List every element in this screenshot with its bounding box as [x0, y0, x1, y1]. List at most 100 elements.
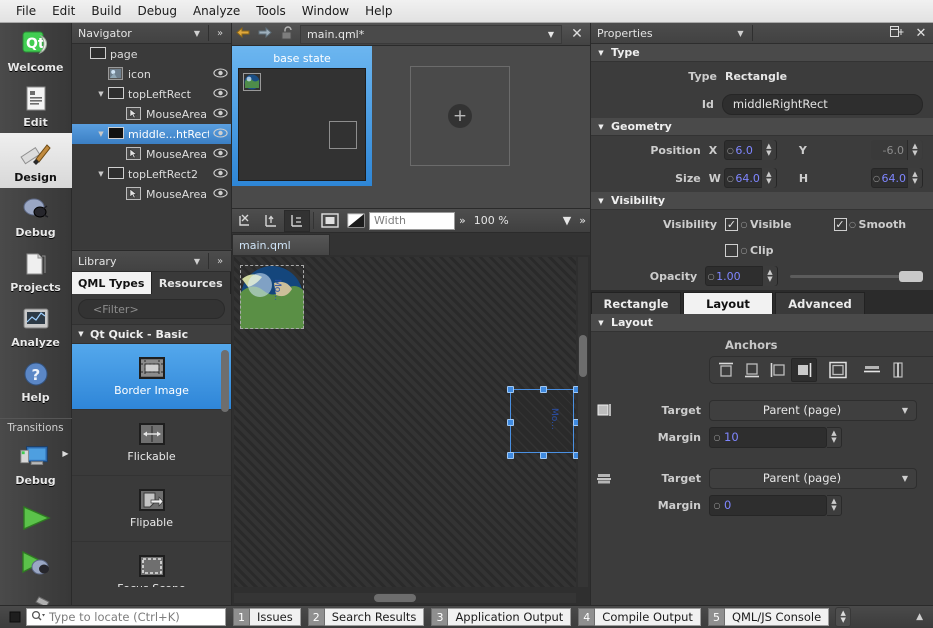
navigator-item[interactable]: MouseArea [72, 104, 231, 124]
output-pane-stepper[interactable]: ▲ ▼ [835, 607, 852, 627]
navigator-item[interactable]: page [72, 44, 231, 64]
tab-layout[interactable]: Layout [683, 292, 773, 314]
section-type[interactable]: ▼ Type [591, 44, 933, 62]
id-input[interactable]: middleRightRect [721, 93, 923, 115]
visibility-toggle-icon[interactable] [209, 107, 231, 121]
canvas-item-selected-rect[interactable]: Mo... [507, 386, 580, 459]
spinner-arrows[interactable]: ▲ ▼ [760, 168, 776, 188]
clip-checkbox[interactable] [725, 243, 738, 257]
twisty-icon[interactable]: ▼ [94, 170, 108, 178]
locator-input[interactable]: Type to locate (Ctrl+K) [26, 608, 226, 626]
chevron-down-icon[interactable]: ▼ [541, 30, 561, 39]
tab-qml-types[interactable]: QML Types [72, 272, 152, 294]
navigator-item[interactable]: ▼ topLeftRect [72, 84, 231, 104]
anchor-top-icon[interactable] [713, 358, 739, 382]
library-item[interactable]: Flickable [72, 410, 231, 476]
menu-window[interactable]: Window [294, 1, 357, 21]
stop-icon[interactable] [4, 608, 26, 626]
twisty-icon[interactable]: ▼ [94, 90, 108, 98]
zoom-dropdown-icon[interactable]: ▼ [559, 214, 575, 227]
library-item[interactable]: Border Image [72, 344, 231, 410]
visibility-toggle-icon[interactable] [209, 127, 231, 141]
menu-file[interactable]: File [8, 1, 44, 21]
no-anchors-icon[interactable] [232, 210, 258, 232]
output-pane-button[interactable]: 2 Search Results [307, 608, 425, 626]
output-pane-button[interactable]: 4 Compile Output [578, 608, 701, 626]
mode-design[interactable]: Design [0, 133, 72, 188]
output-expand-icon[interactable]: ▲ [916, 612, 923, 622]
spinner-arrows[interactable]: ▲ ▼ [907, 168, 922, 188]
visibility-toggle-icon[interactable] [209, 187, 231, 201]
output-pane-button[interactable]: 5 QML/JS Console [707, 608, 830, 626]
mode-debug[interactable]: Debug [0, 188, 72, 243]
menu-edit[interactable]: Edit [44, 1, 83, 21]
resize-handle-tc[interactable] [540, 386, 547, 393]
navigator-item[interactable]: MouseArea [72, 144, 231, 164]
canvas-surface[interactable]: Mo... Mo... [234, 257, 580, 587]
close-icon[interactable]: ✕ [909, 26, 933, 41]
y-spinbox[interactable]: -6.0 ▲ ▼ [870, 140, 923, 160]
resize-handle-bc[interactable] [540, 452, 547, 459]
canvas-item-icon[interactable]: Mo... [240, 265, 304, 329]
chevron-down-icon[interactable]: ▼ [186, 29, 208, 38]
smooth-checkbox[interactable]: ✓ [833, 217, 847, 231]
margin-input[interactable]: ○ 0 [709, 494, 827, 516]
expand-chevrons-icon[interactable]: » [209, 256, 231, 267]
contrast-icon[interactable] [343, 210, 369, 232]
w-spinbox[interactable]: ○ 64.0 ▲ ▼ [724, 168, 777, 188]
output-pane-button[interactable]: 1 Issues [233, 608, 301, 626]
overflow-chevrons-icon[interactable]: » [575, 214, 590, 227]
menu-debug[interactable]: Debug [129, 1, 184, 21]
anchor-left-icon[interactable] [765, 358, 791, 382]
kit-selector[interactable]: Debug ▶ [0, 436, 72, 491]
visibility-toggle-icon[interactable] [209, 67, 231, 81]
anchor-vcenter-icon[interactable] [859, 358, 885, 382]
spinner-arrows[interactable]: ▲ ▼ [761, 266, 777, 286]
anchor-vcenter-icon[interactable] [591, 470, 617, 486]
anchor-fill-icon[interactable] [258, 210, 284, 232]
chevron-down-icon[interactable]: ▼ [730, 29, 752, 38]
canvas-horizontal-scrollbar[interactable] [234, 593, 576, 603]
frame-icon[interactable] [317, 210, 343, 232]
tab-rectangle[interactable]: Rectangle [591, 292, 681, 314]
scrollbar-thumb[interactable] [579, 335, 587, 377]
twisty-icon[interactable]: ▼ [94, 130, 108, 138]
anchor-right-icon[interactable] [791, 358, 817, 382]
tab-resources[interactable]: Resources [151, 272, 231, 294]
filter-input[interactable]: <Filter> [78, 299, 225, 319]
opacity-spinbox[interactable]: ○ 1.00 ▲ ▼ [705, 266, 778, 286]
visibility-toggle-icon[interactable] [209, 87, 231, 101]
navigator-item[interactable]: MouseArea [72, 184, 231, 204]
mode-welcome[interactable]: Qt Welcome [0, 23, 72, 78]
close-icon[interactable]: ✕ [564, 26, 590, 42]
open-file-combo[interactable]: main.qml* ▼ [300, 24, 562, 44]
mode-analyze[interactable]: Analyze [0, 298, 72, 353]
resize-handle-tl[interactable] [507, 386, 514, 393]
file-tab-main-qml[interactable]: main.qml [232, 234, 330, 255]
debug-run-button[interactable] [19, 550, 53, 579]
width-input[interactable]: Width [369, 211, 455, 230]
anchor-reset-icon[interactable] [284, 209, 310, 232]
add-state-button[interactable]: + [410, 66, 510, 166]
tab-advanced[interactable]: Advanced [775, 292, 865, 314]
spinner-arrows[interactable]: ▲ ▼ [827, 426, 842, 448]
resize-handle-bl[interactable] [507, 452, 514, 459]
resize-handle-ml[interactable] [507, 419, 514, 426]
menu-tools[interactable]: Tools [248, 1, 294, 21]
library-item[interactable]: Flipable [72, 476, 231, 542]
scrollbar-thumb[interactable] [374, 594, 416, 602]
toolbar-chevrons[interactable]: » [455, 214, 470, 227]
menu-build[interactable]: Build [83, 1, 129, 21]
mode-help[interactable]: ? Help [0, 353, 72, 408]
menu-analyze[interactable]: Analyze [185, 1, 248, 21]
unlocked-icon[interactable] [276, 25, 298, 43]
spinner-arrows[interactable]: ▲ ▼ [827, 494, 842, 516]
library-scrollbar[interactable] [221, 344, 229, 587]
mode-edit[interactable]: Edit [0, 78, 72, 133]
h-spinbox[interactable]: ○ 64.0 ▲ ▼ [870, 168, 923, 188]
anchor-hcenter-icon[interactable] [885, 358, 911, 382]
section-visibility[interactable]: ▼ Visibility [591, 192, 933, 210]
form-editor-canvas[interactable]: Mo... Mo... [232, 255, 590, 605]
navigator-item[interactable]: ▼ topLeftRect2 [72, 164, 231, 184]
anchor-bottom-icon[interactable] [739, 358, 765, 382]
